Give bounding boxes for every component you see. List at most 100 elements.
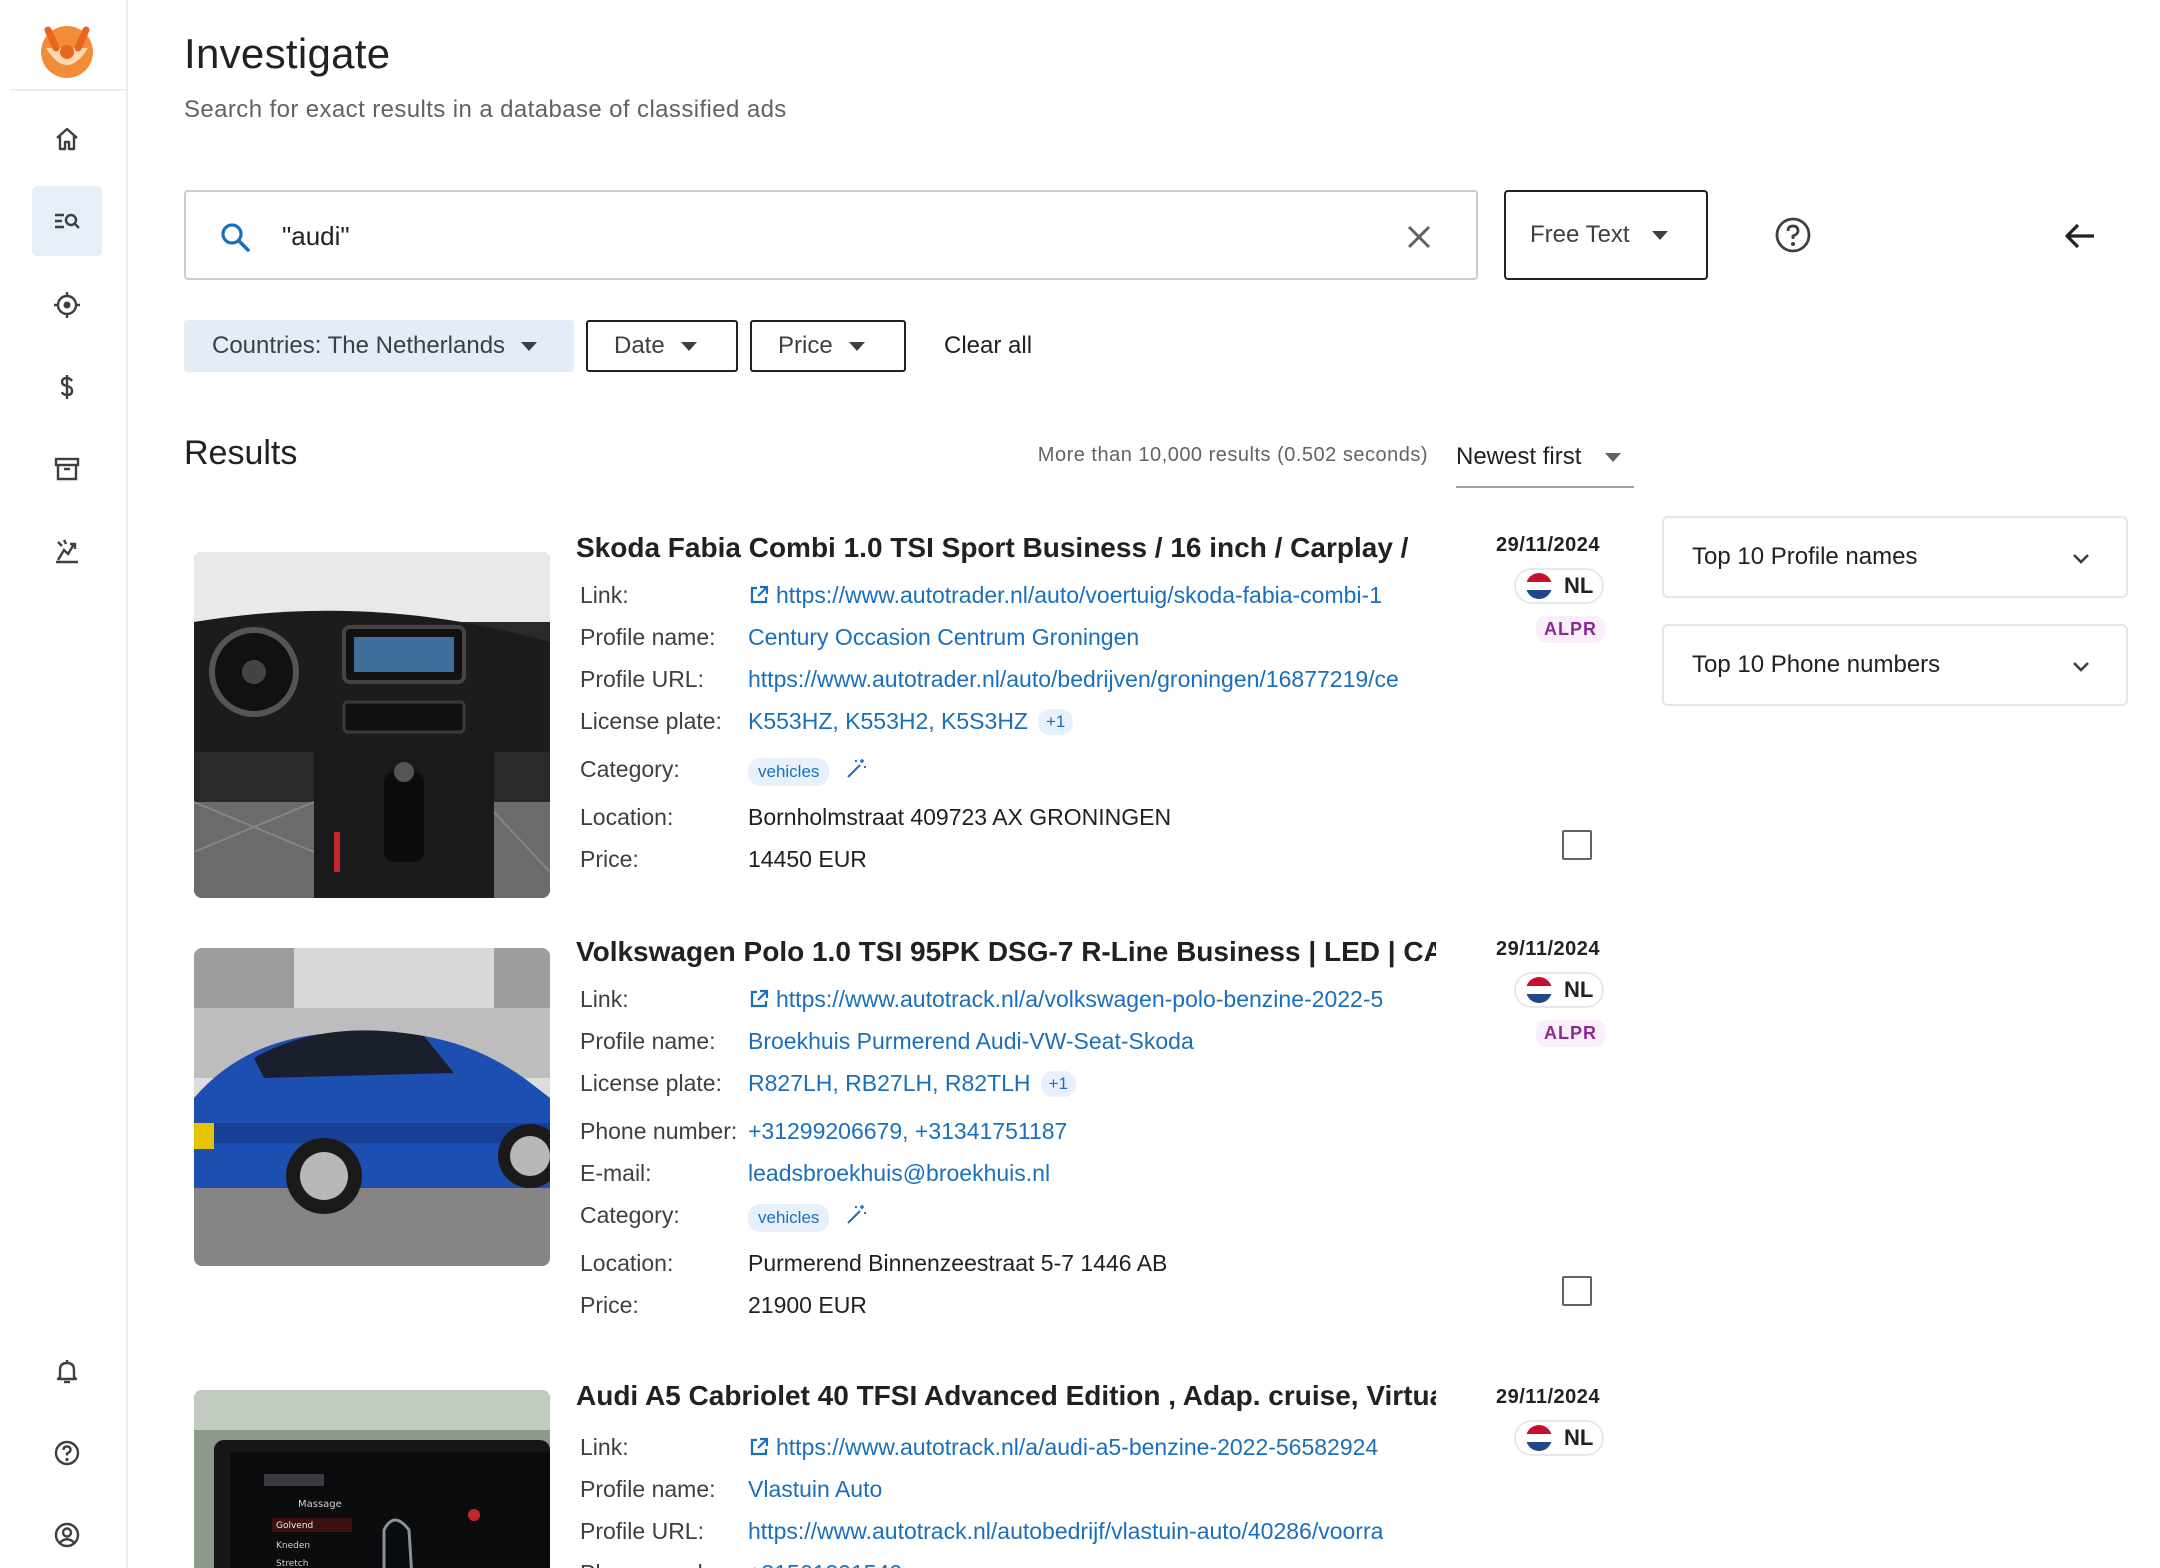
search-list-icon <box>55 213 80 229</box>
field-label: Link: <box>580 1434 629 1460</box>
country-badge: NL <box>1514 1420 1604 1456</box>
top-phone-numbers-panel[interactable]: Top 10 Phone numbers <box>1662 624 2128 706</box>
search-mode-select[interactable]: Free Text <box>1504 190 1708 280</box>
search-input[interactable] <box>282 212 1282 260</box>
listing-link-text: https://www.autotrader.nl/auto/voertuig/… <box>776 582 1382 608</box>
category-value: vehicles <box>748 1202 868 1232</box>
caret-down-icon <box>1651 230 1668 240</box>
archive-icon <box>54 457 80 481</box>
listing-title[interactable]: Volkswagen Polo 1.0 TSI 95PK DSG-7 R-Lin… <box>576 936 1436 968</box>
target-icon <box>54 292 80 318</box>
caret-down-icon <box>1605 452 1622 462</box>
country-code: NL <box>1564 1425 1594 1450</box>
nl-flag-icon <box>1526 1425 1552 1451</box>
category-chip[interactable]: vehicles <box>748 1204 830 1232</box>
external-link-icon <box>750 989 769 1008</box>
listing-title[interactable]: Audi A5 Cabriolet 40 TFSI Advanced Editi… <box>576 1380 1436 1412</box>
listing-link-text: https://www.autotrack.nl/a/volkswagen-po… <box>776 986 1384 1012</box>
license-plate-text: K553HZ, K553H2, K5S3HZ <box>748 708 1028 734</box>
select-checkbox[interactable] <box>1562 830 1592 860</box>
phone-number-value[interactable]: +31299206679, +31341751187 <box>748 1118 1067 1145</box>
field-label: Phone number: <box>580 1118 738 1144</box>
dollar-icon <box>60 375 74 399</box>
listing-thumbnail[interactable] <box>194 948 550 1266</box>
filter-price-label: Price <box>778 332 833 359</box>
caret-down-icon <box>680 341 697 351</box>
nav-target[interactable] <box>32 270 102 340</box>
thumb-menu-golvend: Golvend <box>276 1521 313 1531</box>
external-link-icon <box>750 585 769 604</box>
license-plate-value[interactable]: R827LH, RB27LH, R82TLH +1 <box>748 1070 1076 1097</box>
listing-thumbnail[interactable]: Massage Golvend Kneden Stretch <box>194 1390 550 1568</box>
nav-home[interactable] <box>32 104 102 174</box>
search-box <box>184 190 1478 280</box>
help-button[interactable] <box>1774 216 1812 254</box>
nl-flag-icon <box>1526 573 1552 599</box>
top-phone-numbers-label: Top 10 Phone numbers <box>1692 651 1941 678</box>
profile-url-link[interactable]: https://www.autotrack.nl/autobedrijf/vla… <box>748 1518 1383 1545</box>
field-label: Link: <box>580 986 629 1012</box>
filter-price[interactable]: Price <box>750 320 906 372</box>
field-label: Profile URL: <box>580 666 704 692</box>
alpr-badge: ALPR <box>1536 616 1605 643</box>
sort-label: Newest first <box>1456 443 1582 470</box>
field-label: Link: <box>580 582 629 608</box>
search-mode-label: Free Text <box>1530 221 1630 248</box>
thumb-menu-kneden: Kneden <box>276 1541 310 1551</box>
listing-title[interactable]: Skoda Fabia Combi 1.0 TSI Sport Business… <box>576 532 1408 564</box>
app-logo[interactable] <box>36 18 98 80</box>
field-label: Profile URL: <box>580 1518 704 1544</box>
filter-countries[interactable]: Countries: The Netherlands <box>184 320 574 372</box>
field-label: Profile name: <box>580 624 716 650</box>
profile-name-link[interactable]: Century Occasion Centrum Groningen <box>748 624 1139 651</box>
profile-name-link[interactable]: Vlastuin Auto <box>748 1476 882 1503</box>
top-profile-names-panel[interactable]: Top 10 Profile names <box>1662 516 2128 598</box>
listing-date: 29/11/2024 <box>1496 938 1600 960</box>
country-badge: NL <box>1514 972 1604 1008</box>
more-plates-chip[interactable]: +1 <box>1037 709 1074 735</box>
nav-finance[interactable] <box>32 352 102 422</box>
field-label: Category: <box>580 1202 680 1228</box>
profile-name-link[interactable]: Broekhuis Purmerend Audi-VW-Seat-Skoda <box>748 1028 1194 1055</box>
category-chip[interactable]: vehicles <box>748 758 830 786</box>
magic-wand-icon[interactable] <box>844 757 868 781</box>
field-label: Location: <box>580 804 674 830</box>
nav-investigate[interactable] <box>32 186 102 256</box>
more-plates-chip[interactable]: +1 <box>1040 1071 1076 1097</box>
sidebar <box>0 0 128 1568</box>
listing-thumbnail[interactable] <box>194 552 550 898</box>
nav-account[interactable] <box>32 1500 102 1568</box>
help-circle-icon <box>54 1440 80 1466</box>
listing-link[interactable]: https://www.autotrader.nl/auto/voertuig/… <box>748 582 1382 609</box>
select-checkbox[interactable] <box>1562 1276 1592 1306</box>
listing-date: 29/11/2024 <box>1496 534 1600 556</box>
field-label: Profile name: <box>580 1476 716 1502</box>
phone-number-value[interactable]: +31561201540 <box>748 1560 902 1568</box>
thumb-menu-massage: Massage <box>298 1499 342 1510</box>
listing-link[interactable]: https://www.autotrack.nl/a/volkswagen-po… <box>748 986 1383 1013</box>
home-icon <box>56 127 78 151</box>
logo-divider <box>10 89 126 91</box>
magic-wand-icon[interactable] <box>844 1203 868 1227</box>
filter-date[interactable]: Date <box>586 320 738 372</box>
listing-link[interactable]: https://www.autotrack.nl/a/audi-a5-benzi… <box>748 1434 1378 1461</box>
field-label: Phone number: <box>580 1560 737 1568</box>
listing-date: 29/11/2024 <box>1496 1386 1600 1408</box>
nav-trends[interactable] <box>32 516 102 586</box>
profile-url-link[interactable]: https://www.autotrader.nl/auto/bedrijven… <box>748 666 1399 693</box>
country-code: NL <box>1564 977 1594 1002</box>
close-icon[interactable] <box>1402 220 1436 254</box>
clear-all-button[interactable]: Clear all <box>944 332 1032 360</box>
nav-help[interactable] <box>32 1418 102 1488</box>
back-arrow-icon[interactable] <box>2062 218 2098 254</box>
location-value: Purmerend Binnenzeestraat 5-7 1446 AB <box>748 1250 1168 1276</box>
field-label: License plate: <box>580 708 722 734</box>
license-plate-value[interactable]: K553HZ, K553H2, K5S3HZ +1 <box>748 708 1074 735</box>
nav-archive[interactable] <box>32 434 102 504</box>
nav-notifications[interactable] <box>32 1336 102 1406</box>
sort-select[interactable]: Newest first <box>1456 428 1634 488</box>
field-label: Price: <box>580 846 639 872</box>
field-label: Location: <box>580 1250 674 1276</box>
chevron-down-icon <box>2073 662 2089 672</box>
email-value[interactable]: leadsbroekhuis@broekhuis.nl <box>748 1160 1050 1187</box>
